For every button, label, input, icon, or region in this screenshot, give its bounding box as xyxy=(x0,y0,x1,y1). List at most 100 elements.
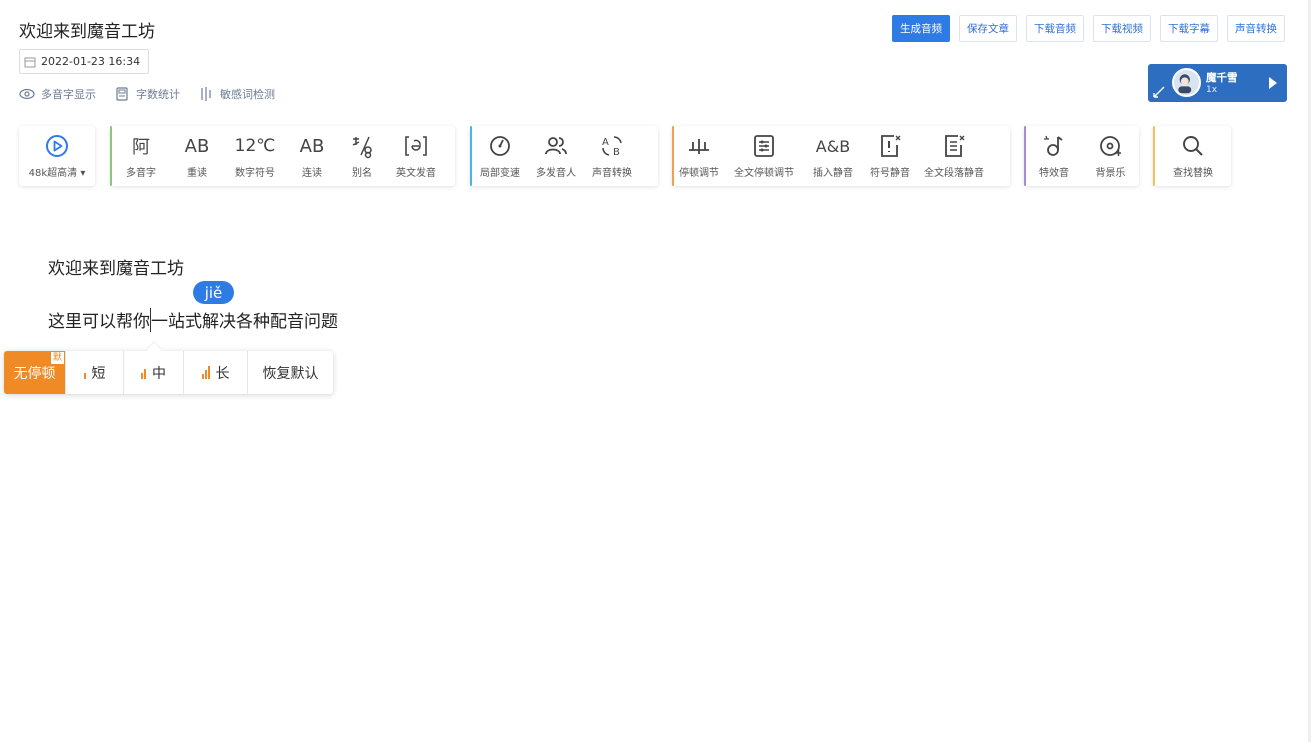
signal-short-icon xyxy=(83,367,86,379)
quality-group: 48k超高清 ▾ xyxy=(19,126,95,186)
music-disc-icon xyxy=(1098,133,1124,159)
tool-number-symbol-label: 数字符号 xyxy=(235,168,275,179)
play-icon[interactable] xyxy=(1269,77,1277,89)
polyphone-display-toggle[interactable]: 多音字显示 xyxy=(19,86,96,102)
tool-pause-adjust-label: 停顿调节 xyxy=(679,168,719,179)
sound-effect-icon xyxy=(1041,133,1067,159)
tool-find-replace[interactable]: 查找替换 xyxy=(1155,126,1231,186)
sensitive-check-label: 敏感词检测 xyxy=(220,88,275,101)
save-article-button[interactable]: 保存文章 xyxy=(959,15,1017,42)
generate-audio-button[interactable]: 生成音频 xyxy=(892,15,950,42)
sensitive-check-toggle[interactable]: 敏感词检测 xyxy=(198,86,275,102)
voice-card[interactable]: 魔千雪 1x xyxy=(1148,64,1287,102)
tool-polyphone-label: 多音字 xyxy=(126,168,156,179)
pause-medium-option[interactable]: 中 xyxy=(124,351,184,394)
search-group: 查找替换 xyxy=(1153,126,1231,186)
speaker-group: 局部变速 多发音人 AB 声音转换 xyxy=(470,126,658,186)
editor-text-after-caret: 一站式解决各种配音问题 xyxy=(151,312,338,332)
tool-sound-effect-label: 特效音 xyxy=(1039,168,1069,179)
alias-icon xyxy=(349,133,375,159)
convert-icon: AB xyxy=(599,133,625,159)
pause-long-option[interactable]: 长 xyxy=(184,351,248,394)
editor-options: 多音字显示 字数统计 敏感词检测 xyxy=(19,86,275,102)
pronunciation-group: 阿 多音字 AB 重读 12℃ 数字符号 AB 连读 别名 英文发音 xyxy=(110,126,455,186)
quality-label: 48k超高清 ▾ xyxy=(28,168,86,179)
pause-long-label: 长 xyxy=(215,365,230,382)
tool-voice-convert-label: 声音转换 xyxy=(592,168,632,179)
tool-alias-label: 别名 xyxy=(352,168,372,179)
tool-alias[interactable]: 别名 xyxy=(338,126,386,186)
paragraph-silence-icon xyxy=(941,133,967,159)
signal-medium-icon xyxy=(141,367,146,379)
tool-find-replace-label: 查找替换 xyxy=(1173,168,1213,179)
pinyin-tag[interactable]: jiě xyxy=(193,281,234,304)
pause-none-option[interactable]: 无停顿 默 xyxy=(4,351,66,394)
download-subtitle-button[interactable]: 下载字幕 xyxy=(1160,15,1218,42)
tool-local-speed-label: 局部变速 xyxy=(480,168,520,179)
scan-icon xyxy=(201,87,211,101)
tool-paragraph-silence[interactable]: 全文段落静音 xyxy=(918,126,990,186)
tool-global-pause[interactable]: 全文停顿调节 xyxy=(724,126,804,186)
tool-insert-silence-label: 插入静音 xyxy=(813,168,853,179)
users-icon xyxy=(543,133,569,159)
quality-selector[interactable]: 48k超高清 ▾ xyxy=(19,126,95,186)
download-audio-button[interactable]: 下载音频 xyxy=(1026,15,1084,42)
tool-liaison-label: 连读 xyxy=(302,168,322,179)
voice-name: 魔千雪 xyxy=(1206,72,1238,84)
editor-text-before-caret: 这里可以帮你 xyxy=(48,312,150,332)
tool-bgm-label: 背景乐 xyxy=(1095,168,1126,179)
pause-reset-option[interactable]: 恢复默认 xyxy=(248,351,333,394)
tool-english-pron[interactable]: 英文发音 xyxy=(386,126,446,186)
pause-short-label: 短 xyxy=(91,365,106,382)
tool-liaison[interactable]: AB 连读 xyxy=(286,126,338,186)
tool-bgm[interactable]: 背景乐 xyxy=(1082,126,1139,186)
default-badge: 默 xyxy=(49,351,65,365)
voice-speed: 1x xyxy=(1206,85,1218,95)
number-symbol-icon: 12℃ xyxy=(234,136,276,156)
search-icon xyxy=(1180,133,1206,159)
editor-line-2[interactable]: 这里可以帮你一站式解决各种配音问题 xyxy=(48,307,338,332)
phonetic-icon xyxy=(403,133,429,159)
signal-long-icon xyxy=(201,365,210,379)
word-count-label: 字数统计 xyxy=(136,88,180,101)
tool-voice-convert[interactable]: AB 声音转换 xyxy=(584,126,640,186)
calendar-icon xyxy=(24,57,36,67)
word-count-toggle[interactable]: 字数统计 xyxy=(114,86,180,102)
expand-icon[interactable] xyxy=(1153,86,1165,98)
pause-popup: 无停顿 默 短 中 长 恢复默认 xyxy=(4,351,333,394)
editor-line-1[interactable]: 欢迎来到魔音工坊 xyxy=(48,254,184,279)
pause-short-option[interactable]: 短 xyxy=(66,351,124,394)
tool-sound-effect[interactable]: 特效音 xyxy=(1026,126,1082,186)
tool-polyphone[interactable]: 阿 多音字 xyxy=(112,126,170,186)
play-circle-icon xyxy=(44,133,70,159)
svg-text:A: A xyxy=(602,137,609,148)
pause-adjust-icon xyxy=(686,133,712,159)
voice-convert-button[interactable]: 声音转换 xyxy=(1227,15,1285,42)
polyphone-icon: 阿 xyxy=(132,137,150,158)
tool-global-pause-label: 全文停顿调节 xyxy=(734,168,794,179)
stress-icon: AB xyxy=(184,135,210,157)
pause-reset-label: 恢复默认 xyxy=(262,365,319,382)
liaison-icon: AB xyxy=(299,135,325,157)
eye-icon xyxy=(19,88,35,100)
page-title: 欢迎来到魔音工坊 xyxy=(19,22,155,42)
insert-silence-icon: A&B xyxy=(815,136,851,156)
tool-multi-speaker[interactable]: 多发音人 xyxy=(528,126,584,186)
tool-pause-adjust[interactable]: 停顿调节 xyxy=(674,126,724,186)
tool-stress[interactable]: AB 重读 xyxy=(170,126,224,186)
speedometer-icon xyxy=(487,133,513,159)
datetime-field[interactable]: 2022-01-23 16:34 xyxy=(19,49,150,74)
download-video-button[interactable]: 下载视频 xyxy=(1093,15,1151,42)
tool-stress-label: 重读 xyxy=(187,168,207,179)
tool-number-symbol[interactable]: 12℃ 数字符号 xyxy=(224,126,286,186)
tool-local-speed[interactable]: 局部变速 xyxy=(472,126,528,186)
sliders-icon xyxy=(751,133,777,159)
pause-none-label: 无停顿 xyxy=(13,365,56,382)
tool-insert-silence[interactable]: A&B 插入静音 xyxy=(804,126,862,186)
symbol-silence-icon xyxy=(877,133,903,159)
top-actions: 生成音频 保存文章 下载音频 下载视频 下载字幕 声音转换 xyxy=(892,15,1285,42)
counter-icon xyxy=(116,87,128,101)
tool-multi-speaker-label: 多发音人 xyxy=(536,168,576,179)
datetime-value: 2022-01-23 16:34 xyxy=(41,55,141,68)
tool-symbol-silence[interactable]: 符号静音 xyxy=(862,126,918,186)
